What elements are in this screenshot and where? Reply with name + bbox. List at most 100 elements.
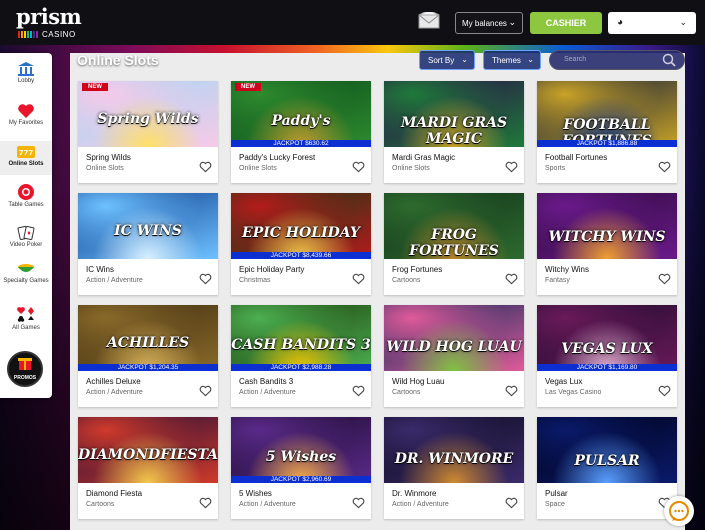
game-category: Sports <box>545 165 566 172</box>
game-name[interactable]: Spring Wilds <box>86 153 131 162</box>
game-thumbnail[interactable]: DIAMONDFIESTA <box>78 417 218 483</box>
game-thumbnail[interactable]: Spring Wilds NEW <box>78 81 218 147</box>
game-tile[interactable]: DR. WINMORE Dr. Winmore Action / Adventu… <box>384 417 524 519</box>
game-thumbnail[interactable]: Paddy's NEW JACKPOT $630.62 <box>231 81 371 147</box>
favorite-heart-icon[interactable] <box>505 385 518 397</box>
game-name[interactable]: Diamond Fiesta <box>86 489 142 498</box>
game-thumbnail[interactable]: ACHILLES JACKPOT $1,204.35 <box>78 305 218 371</box>
cards-icon <box>17 225 35 241</box>
game-thumbnail[interactable]: WITCHY WINS <box>537 193 677 259</box>
game-thumbnail[interactable]: IC WINS <box>78 193 218 259</box>
favorite-heart-icon[interactable] <box>352 385 365 397</box>
game-thumbnail[interactable]: WILD HOG LUAU <box>384 305 524 371</box>
game-name[interactable]: Cash Bandits 3 <box>239 377 293 386</box>
game-name[interactable]: Achilles Deluxe <box>86 377 141 386</box>
game-tile[interactable]: DIAMONDFIESTA Diamond Fiesta Cartoons <box>78 417 218 519</box>
favorite-heart-icon[interactable] <box>199 273 212 285</box>
game-tile[interactable]: CASH BANDITS 3 JACKPOT $2,988.28 Cash Ba… <box>231 305 371 407</box>
sidebar-item-table-games[interactable]: Table Games <box>0 183 52 215</box>
jackpot-banner: JACKPOT $1,886.88 <box>537 140 677 147</box>
sidebar-item-video-poker[interactable]: Video Poker <box>0 225 52 257</box>
promos-button[interactable]: PROMOS <box>7 351 43 387</box>
game-art-title: 5 Wishes <box>265 449 337 465</box>
game-thumbnail[interactable]: FROG FORTUNES <box>384 193 524 259</box>
game-thumbnail[interactable]: DR. WINMORE <box>384 417 524 483</box>
game-thumbnail[interactable]: CASH BANDITS 3 JACKPOT $2,988.28 <box>231 305 371 371</box>
game-art <box>384 417 524 483</box>
chat-button[interactable] <box>664 496 694 526</box>
sidebar-item-lobby[interactable]: Lobby <box>0 61 52 93</box>
search-input[interactable]: Search <box>549 50 685 70</box>
favorite-heart-icon[interactable] <box>199 385 212 397</box>
game-name[interactable]: Vegas Lux <box>545 377 582 386</box>
game-tile[interactable]: IC WINS IC Wins Action / Adventure <box>78 193 218 295</box>
game-tile[interactable]: FOOTBALL FORTUNES JACKPOT $1,886.88 Foot… <box>537 81 677 183</box>
game-thumbnail[interactable]: EPIC HOLIDAY JACKPOT $8,439.66 <box>231 193 371 259</box>
game-name[interactable]: Dr. Winmore <box>392 489 436 498</box>
game-category: Action / Adventure <box>239 389 296 396</box>
game-tile[interactable]: 5 Wishes JACKPOT $2,960.69 5 Wishes Acti… <box>231 417 371 519</box>
favorite-heart-icon[interactable] <box>352 273 365 285</box>
sidebar-item-specialty-games[interactable]: Specialty Games <box>0 261 52 301</box>
game-thumbnail[interactable]: PULSAR <box>537 417 677 483</box>
mail-icon[interactable] <box>418 9 440 29</box>
game-tile[interactable]: MARDI GRAS MAGIC Mardi Gras Magic Online… <box>384 81 524 183</box>
game-art-title: WILD HOG LUAU <box>386 339 522 355</box>
game-art <box>384 305 524 371</box>
sidebar-label-table-games: Table Games <box>8 202 44 208</box>
game-tile[interactable]: EPIC HOLIDAY JACKPOT $8,439.66 Epic Holi… <box>231 193 371 295</box>
favorite-heart-icon[interactable] <box>505 161 518 173</box>
heart-icon <box>18 104 34 118</box>
favorite-heart-icon[interactable] <box>352 497 365 509</box>
favorite-heart-icon[interactable] <box>199 497 212 509</box>
game-tile[interactable]: ACHILLES JACKPOT $1,204.35 Achilles Delu… <box>78 305 218 407</box>
game-tile[interactable]: WILD HOG LUAU Wild Hog Luau Cartoons <box>384 305 524 407</box>
game-name[interactable]: Mardi Gras Magic <box>392 153 455 162</box>
search-placeholder: Search <box>564 56 587 63</box>
game-name[interactable]: Witchy Wins <box>545 265 589 274</box>
sidebar-label-specialty-games: Specialty Games <box>3 278 49 284</box>
game-tile[interactable]: Spring Wilds NEW Spring Wilds Online Slo… <box>78 81 218 183</box>
top-bar: prism CASINO My balances ⌄ CASHIER ◕ ⌄ <box>0 0 705 45</box>
search-icon <box>662 53 676 67</box>
game-name[interactable]: Wild Hog Luau <box>392 377 444 386</box>
game-name[interactable]: Paddy's Lucky Forest <box>239 153 315 162</box>
game-tile[interactable]: Paddy's NEW JACKPOT $630.62 Paddy's Luck… <box>231 81 371 183</box>
game-name[interactable]: Football Fortunes <box>545 153 607 162</box>
game-thumbnail[interactable]: 5 Wishes JACKPOT $2,960.69 <box>231 417 371 483</box>
favorite-heart-icon[interactable] <box>658 273 671 285</box>
game-thumbnail[interactable]: VEGAS LUX JACKPOT $1,169.80 <box>537 305 677 371</box>
sidebar-item-all-games[interactable]: All Games <box>0 306 52 338</box>
game-tile[interactable]: WITCHY WINS Witchy Wins Fantasy <box>537 193 677 295</box>
account-dropdown[interactable]: ◕ ⌄ <box>608 12 696 34</box>
my-balances-dropdown[interactable]: My balances ⌄ <box>455 12 523 34</box>
game-tile[interactable]: VEGAS LUX JACKPOT $1,169.80 Vegas Lux La… <box>537 305 677 407</box>
favorite-heart-icon[interactable] <box>505 497 518 509</box>
jackpot-banner: JACKPOT $2,988.28 <box>231 364 371 371</box>
game-art-title: IC WINS <box>114 223 182 239</box>
favorite-heart-icon[interactable] <box>199 161 212 173</box>
game-name[interactable]: 5 Wishes <box>239 489 272 498</box>
sort-by-dropdown[interactable]: Sort By ⌄ <box>419 50 475 70</box>
game-name[interactable]: IC Wins <box>86 265 114 274</box>
prism-casino-logo[interactable]: prism CASINO <box>12 4 102 39</box>
favorite-heart-icon[interactable] <box>658 385 671 397</box>
game-art-title: CASH BANDITS 3 <box>231 337 371 353</box>
favorite-heart-icon[interactable] <box>505 273 518 285</box>
sidebar-item-online-slots[interactable]: 777 Online Slots <box>0 141 52 175</box>
game-thumbnail[interactable]: MARDI GRAS MAGIC <box>384 81 524 147</box>
logo-sub: CASINO <box>42 30 76 39</box>
game-thumbnail[interactable]: FOOTBALL FORTUNES JACKPOT $1,886.88 <box>537 81 677 147</box>
sidebar-item-my-favorites[interactable]: My Favorites <box>0 103 52 135</box>
cashier-button[interactable]: CASHIER <box>530 12 602 34</box>
game-name[interactable]: Epic Holiday Party <box>239 265 304 274</box>
favorite-heart-icon[interactable] <box>352 161 365 173</box>
themes-dropdown[interactable]: Themes ⌄ <box>483 50 541 70</box>
game-name[interactable]: Pulsar <box>545 489 568 498</box>
game-tile[interactable]: PULSAR Pulsar Space <box>537 417 677 519</box>
game-tile[interactable]: FROG FORTUNES Frog Fortunes Cartoons <box>384 193 524 295</box>
game-name[interactable]: Frog Fortunes <box>392 265 442 274</box>
jackpot-banner: JACKPOT $1,169.80 <box>537 364 677 371</box>
favorite-heart-icon[interactable] <box>658 161 671 173</box>
sort-by-label: Sort By <box>428 55 455 65</box>
